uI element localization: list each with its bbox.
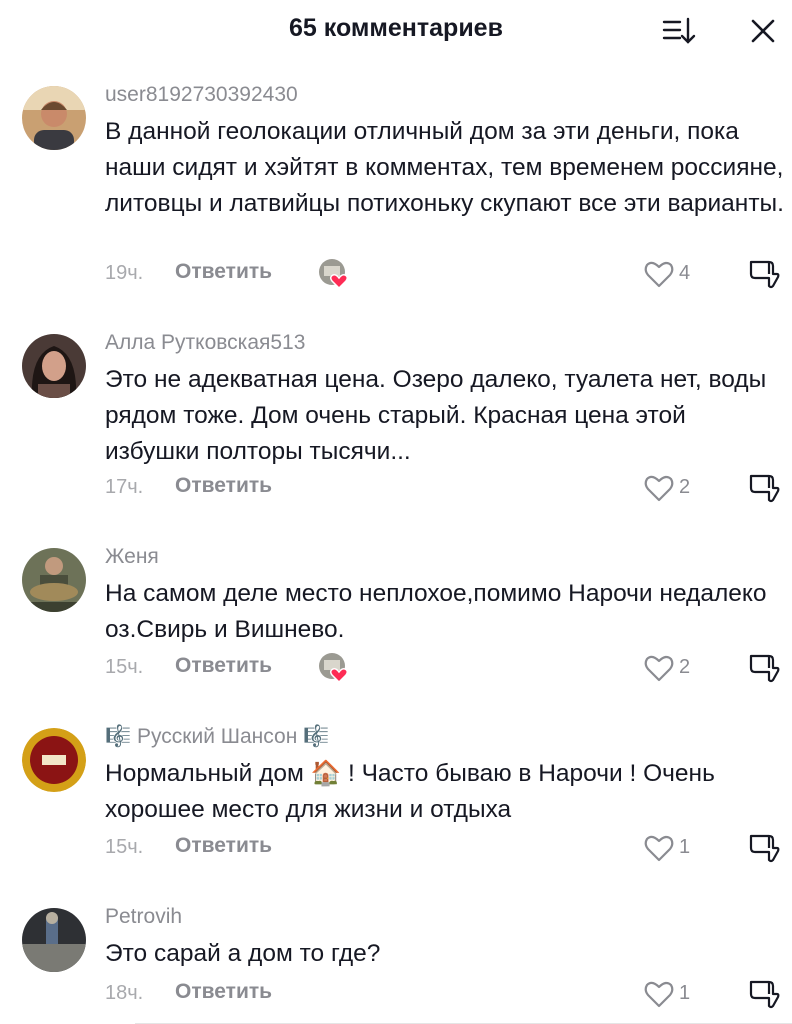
comment-time: 17ч.: [105, 476, 144, 498]
thumbs-down-icon[interactable]: [747, 472, 781, 504]
like-count: 4: [679, 262, 691, 284]
comment-time: 18ч.: [105, 982, 144, 1004]
like-button[interactable]: 2: [643, 472, 703, 504]
heart-icon: [644, 835, 674, 862]
creator-liked-icon: [318, 258, 352, 290]
comment-text: На самом деле место неплохое,помимо Наро…: [105, 580, 767, 643]
like-button[interactable]: 1: [643, 832, 703, 864]
reply-button[interactable]: Ответить: [175, 980, 272, 1004]
comment-time: 19ч.: [105, 262, 144, 284]
reply-button[interactable]: Ответить: [175, 474, 272, 498]
comment-item: user8192730392430 В данной геолокации от…: [0, 83, 792, 296]
comment-item: Женя На самом деле место неплохое,помимо…: [0, 545, 792, 698]
reply-button[interactable]: Ответить: [175, 654, 272, 678]
like-count: 2: [679, 476, 691, 498]
reply-button[interactable]: Ответить: [175, 260, 272, 284]
thumbs-down-icon[interactable]: [747, 832, 781, 864]
like-count: 1: [679, 836, 691, 858]
comment-username[interactable]: user8192730392430: [105, 83, 298, 107]
heart-icon: [644, 261, 674, 288]
comment-actions: 19ч. Ответить 4: [105, 258, 785, 290]
avatar[interactable]: [22, 728, 86, 792]
avatar[interactable]: [22, 548, 86, 612]
creator-liked-icon: [318, 652, 352, 684]
like-count: 2: [679, 656, 691, 678]
comment-text: Это сарай а дом то где?: [105, 940, 381, 967]
music-note-icon: 🎼: [105, 725, 132, 748]
thumbs-down-icon[interactable]: [747, 652, 781, 684]
comment-username[interactable]: Алла Рутковская513: [105, 331, 305, 355]
like-button[interactable]: 2: [643, 652, 703, 684]
comments-header: 65 комментариев: [0, 0, 792, 60]
comment-actions: 18ч. Ответить 1: [105, 978, 785, 1010]
avatar[interactable]: [22, 334, 86, 398]
comment-time: 15ч.: [105, 656, 144, 678]
thumbs-down-icon[interactable]: [747, 258, 781, 290]
comment-actions: 15ч. Ответить 1: [105, 832, 785, 864]
thumbs-down-icon[interactable]: [747, 978, 781, 1010]
comment-text: В данной геолокации отличный дом за эти …: [105, 118, 784, 217]
comment-text: Нормальный дом 🏠 ! Часто бываю в Нарочи …: [105, 760, 715, 823]
close-icon[interactable]: [748, 16, 778, 46]
like-count: 1: [679, 982, 691, 1004]
comment-username[interactable]: 🎼 Русский Шансон 🎼: [105, 725, 329, 749]
comment-username[interactable]: Petrovih: [105, 905, 182, 929]
music-note-icon: 🎼: [303, 725, 330, 748]
avatar[interactable]: [22, 908, 86, 972]
like-button[interactable]: 4: [643, 258, 703, 290]
reply-button[interactable]: Ответить: [175, 834, 272, 858]
comment-item: Petrovih Это сарай а дом то где? 18ч. От…: [0, 905, 792, 1024]
heart-icon: [644, 655, 674, 682]
like-button[interactable]: 1: [643, 978, 703, 1010]
comment-item: Алла Рутковская513 Это не адекватная цен…: [0, 331, 792, 514]
sort-icon[interactable]: [662, 16, 696, 46]
username-text: Русский Шансон: [137, 725, 298, 748]
comment-item: 🎼 Русский Шансон 🎼 Нормальный дом 🏠 ! Ча…: [0, 725, 792, 878]
comment-username[interactable]: Женя: [105, 545, 159, 569]
heart-icon: [644, 981, 674, 1008]
comment-actions: 17ч. Ответить 2: [105, 472, 785, 504]
avatar[interactable]: [22, 86, 86, 150]
comment-time: 15ч.: [105, 836, 144, 858]
comment-actions: 15ч. Ответить 2: [105, 652, 785, 684]
comment-text: Это не адекватная цена. Озеро далеко, ту…: [105, 366, 767, 465]
heart-icon: [644, 475, 674, 502]
